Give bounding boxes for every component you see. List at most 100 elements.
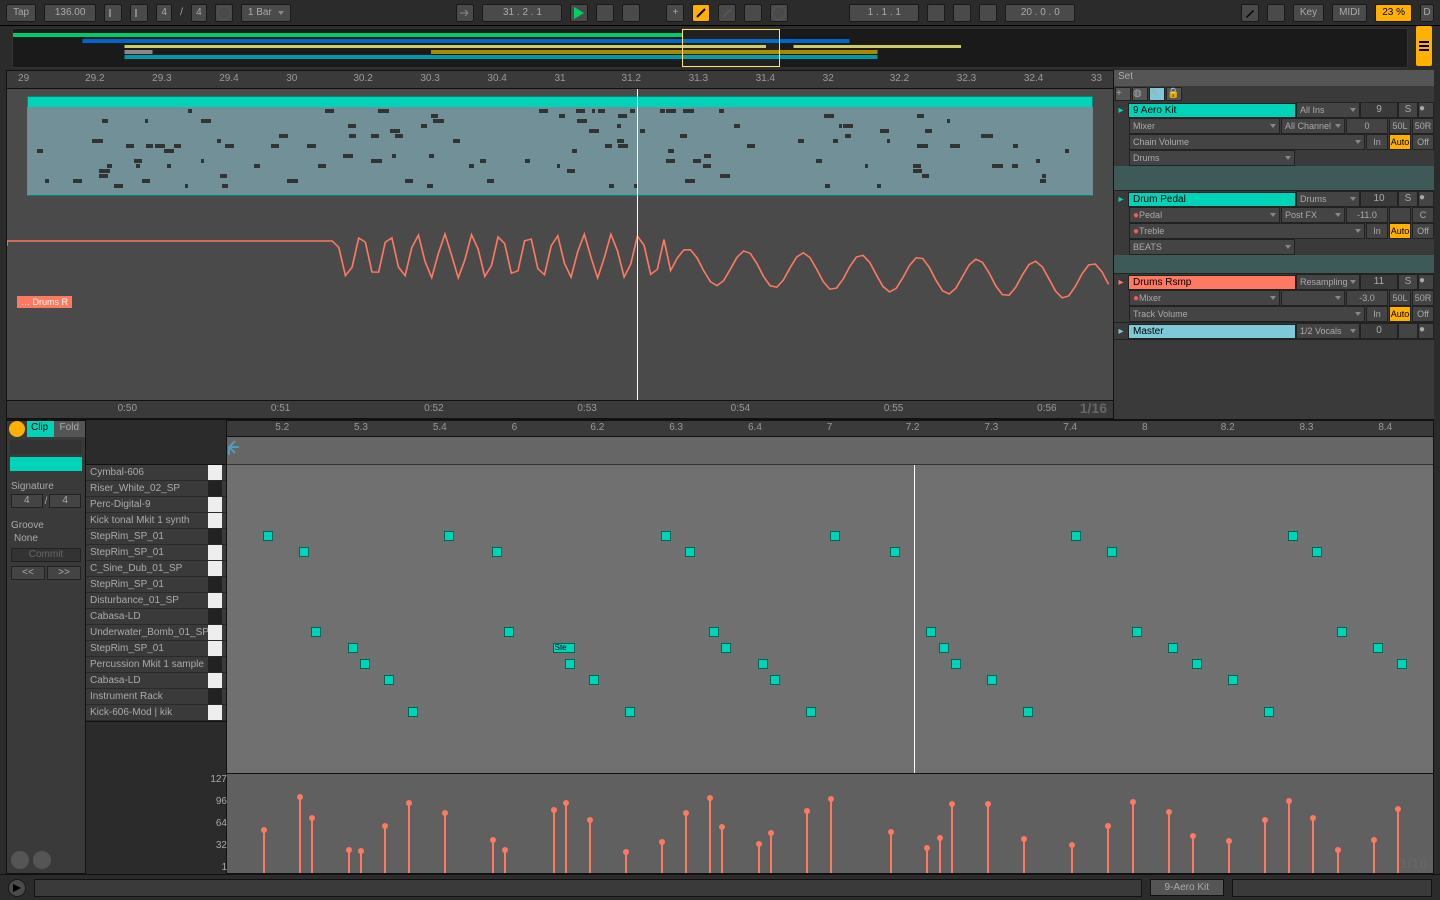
midi-note[interactable] bbox=[951, 659, 961, 669]
nudge-up[interactable] bbox=[130, 4, 148, 22]
monitor-in[interactable]: In bbox=[1366, 134, 1388, 150]
lane-row[interactable]: Perc-Digital-9 bbox=[86, 497, 226, 513]
midi-note[interactable] bbox=[384, 675, 394, 685]
velocity-handle[interactable] bbox=[565, 803, 567, 873]
piano-key[interactable] bbox=[208, 529, 222, 545]
velocity-handle[interactable] bbox=[758, 844, 760, 873]
show-hide-panel-icon[interactable] bbox=[1416, 26, 1432, 66]
midi-note[interactable] bbox=[1107, 547, 1117, 557]
midi-note[interactable] bbox=[1264, 707, 1274, 717]
show-take-lanes[interactable]: ◍ bbox=[1132, 87, 1148, 101]
velocity-handle[interactable] bbox=[1071, 845, 1073, 873]
stop-button[interactable] bbox=[596, 4, 614, 22]
track-title[interactable]: 9 Aero Kit bbox=[1128, 103, 1296, 118]
velocity-handle[interactable] bbox=[444, 813, 446, 873]
beat-ruler[interactable]: 2929.229.329.43030.230.330.43131.231.331… bbox=[7, 71, 1113, 89]
velocity-handle[interactable] bbox=[951, 804, 953, 873]
pan-b[interactable]: C bbox=[1412, 207, 1434, 223]
lock-envelopes[interactable]: 🔒 bbox=[1166, 87, 1182, 101]
track-fold-icon[interactable]: ▸ bbox=[1114, 105, 1128, 116]
velocity-handle[interactable] bbox=[625, 852, 627, 873]
midi-note[interactable] bbox=[1071, 531, 1081, 541]
piano-key[interactable] bbox=[208, 689, 222, 705]
lane-row[interactable]: StepRim_SP_01 bbox=[86, 641, 226, 657]
lane-row[interactable]: Disturbance_01_SP bbox=[86, 593, 226, 609]
add-track-button[interactable]: + bbox=[1115, 87, 1131, 101]
solo-button[interactable]: S bbox=[1398, 274, 1418, 290]
device-chooser[interactable]: Track Volume bbox=[1129, 306, 1365, 322]
device-view-toggle[interactable] bbox=[8, 879, 26, 897]
io-chooser[interactable] bbox=[1281, 290, 1345, 306]
velocity-handle[interactable] bbox=[1132, 802, 1134, 873]
loop-brace-area[interactable] bbox=[227, 437, 1433, 465]
midi-note[interactable] bbox=[1337, 627, 1347, 637]
midi-note[interactable] bbox=[492, 547, 502, 557]
lane-row[interactable]: Kick tonal Mkit 1 synth bbox=[86, 513, 226, 529]
midi-note[interactable] bbox=[263, 531, 273, 541]
velocity-handle[interactable] bbox=[721, 827, 723, 873]
nudge-next[interactable]: >> bbox=[47, 566, 81, 580]
track-number[interactable]: 10 bbox=[1360, 191, 1398, 207]
clip-activator[interactable] bbox=[9, 421, 25, 437]
track-title[interactable]: Master bbox=[1128, 324, 1296, 339]
velocity-handle[interactable] bbox=[926, 848, 928, 873]
track-title[interactable]: Drums Rsmp bbox=[1128, 275, 1296, 290]
loop-toggle[interactable] bbox=[953, 4, 971, 22]
record-button[interactable] bbox=[622, 4, 640, 22]
fold-button[interactable]: Fold bbox=[54, 421, 85, 437]
monitor-auto[interactable]: Auto bbox=[1389, 223, 1411, 239]
monitor-auto[interactable]: Auto bbox=[1389, 134, 1411, 150]
lane-row[interactable]: Instrument Rack bbox=[86, 689, 226, 705]
punch-out[interactable] bbox=[979, 4, 997, 22]
piano-key[interactable] bbox=[208, 465, 222, 481]
midi-note[interactable] bbox=[758, 659, 768, 669]
piano-key[interactable] bbox=[208, 497, 222, 513]
clip-opt-2-icon[interactable] bbox=[33, 851, 51, 869]
track-fold-icon[interactable]: ▸ bbox=[1114, 194, 1128, 205]
automation-clip-label[interactable]: … Drums R bbox=[17, 296, 72, 308]
monitor-auto[interactable]: Auto bbox=[1389, 306, 1411, 322]
quantize-menu[interactable]: 1 Bar bbox=[241, 4, 291, 22]
midi-note[interactable] bbox=[987, 675, 997, 685]
output-chooser[interactable]: BEATS bbox=[1129, 239, 1295, 255]
arm-button[interactable]: ● bbox=[1418, 191, 1434, 207]
midi-note-editor[interactable]: 5.25.35.466.26.36.477.27.37.488.28.38.4 … bbox=[226, 420, 1434, 874]
piano-key[interactable] bbox=[208, 705, 222, 721]
tempo-field[interactable]: 136.00 bbox=[44, 4, 96, 22]
midi-note[interactable] bbox=[926, 627, 936, 637]
midi-note[interactable] bbox=[939, 643, 949, 653]
lane-row[interactable]: C_Sine_Dub_01_SP bbox=[86, 561, 226, 577]
velocity-handle[interactable] bbox=[311, 818, 313, 873]
piano-key[interactable] bbox=[208, 593, 222, 609]
midi-note[interactable] bbox=[661, 531, 671, 541]
loop-length[interactable]: 20 . 0 . 0 bbox=[1005, 4, 1075, 22]
pan-b[interactable]: 50R bbox=[1412, 290, 1434, 306]
velocity-handle[interactable] bbox=[299, 797, 301, 873]
velocity-handle[interactable] bbox=[1023, 839, 1025, 873]
arm-button[interactable]: ● bbox=[1418, 102, 1434, 118]
draw-mode[interactable] bbox=[1241, 4, 1259, 22]
velocity-handle[interactable] bbox=[408, 803, 410, 873]
clip-opt-1-icon[interactable] bbox=[11, 851, 29, 869]
track-number[interactable]: 9 bbox=[1360, 102, 1398, 118]
lane-row[interactable]: Riser_White_02_SP bbox=[86, 481, 226, 497]
groove-commit[interactable]: Commit bbox=[11, 548, 81, 562]
computer-midi-keyboard[interactable] bbox=[1267, 4, 1285, 22]
velocity-handle[interactable] bbox=[709, 798, 711, 873]
velocity-handle[interactable] bbox=[1168, 812, 1170, 873]
velocity-handle[interactable] bbox=[939, 838, 941, 873]
piano-key[interactable] bbox=[208, 641, 222, 657]
clip-sig-num[interactable]: 4 bbox=[11, 494, 43, 508]
send-value[interactable]: 0 bbox=[1346, 118, 1388, 134]
midi-note[interactable] bbox=[709, 627, 719, 637]
velocity-handle[interactable] bbox=[1228, 841, 1230, 873]
midi-note[interactable] bbox=[444, 531, 454, 541]
nudge-down[interactable] bbox=[104, 4, 122, 22]
sig-denominator[interactable]: 4 bbox=[191, 4, 207, 22]
disk-overload[interactable]: D bbox=[1420, 4, 1434, 22]
sig-numerator[interactable]: 4 bbox=[156, 4, 172, 22]
velocity-handle[interactable] bbox=[806, 811, 808, 873]
key-map-button[interactable]: Key bbox=[1293, 4, 1324, 22]
track-number[interactable]: 0 bbox=[1360, 323, 1398, 339]
midi-note[interactable] bbox=[408, 707, 418, 717]
